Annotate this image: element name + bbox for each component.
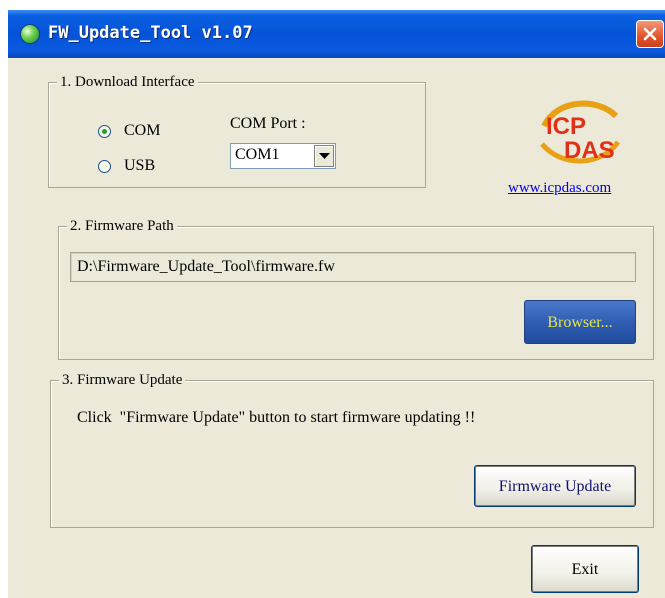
exit-button[interactable]: Exit: [531, 545, 639, 593]
close-icon: [643, 27, 657, 41]
firmware-path-legend: 2. Firmware Path: [67, 217, 177, 235]
firmware-path-field[interactable]: [70, 252, 636, 282]
close-button[interactable]: [636, 20, 664, 48]
com-port-label: COM Port :: [230, 115, 306, 132]
svg-text:ICP: ICP: [546, 113, 586, 140]
com-radio[interactable]: [98, 125, 111, 138]
firmware-update-legend: 3. Firmware Update: [59, 371, 186, 389]
firmware-update-instruction: Click "Firmware Update" button to start …: [77, 409, 476, 426]
usb-radio[interactable]: [98, 160, 111, 173]
com-port-value: COM1: [235, 146, 280, 163]
browse-button[interactable]: Browser...: [524, 300, 636, 344]
app-window: FW_Update_Tool v1.07 1. Download Interfa…: [8, 10, 665, 598]
download-interface-legend: 1. Download Interface: [57, 73, 198, 91]
firmware-path-input[interactable]: [71, 253, 635, 281]
icpdas-website-link[interactable]: www.icpdas.com: [508, 180, 611, 197]
usb-radio-label[interactable]: USB: [124, 156, 155, 176]
title-bar[interactable]: FW_Update_Tool v1.07: [8, 10, 665, 58]
com-radio-label[interactable]: COM: [124, 121, 160, 141]
radio-selected-dot: [102, 129, 107, 134]
firmware-update-button[interactable]: Firmware Update: [474, 465, 636, 507]
com-port-select[interactable]: COM1: [230, 143, 336, 169]
svg-text:DAS: DAS: [564, 137, 615, 164]
icpdas-logo-icon: ICP DAS: [540, 100, 621, 164]
app-globe-icon: [20, 24, 40, 44]
com-port-dropdown-button[interactable]: [314, 145, 334, 167]
chevron-down-icon: [319, 153, 330, 159]
window-title: FW_Update_Tool v1.07: [48, 23, 253, 43]
